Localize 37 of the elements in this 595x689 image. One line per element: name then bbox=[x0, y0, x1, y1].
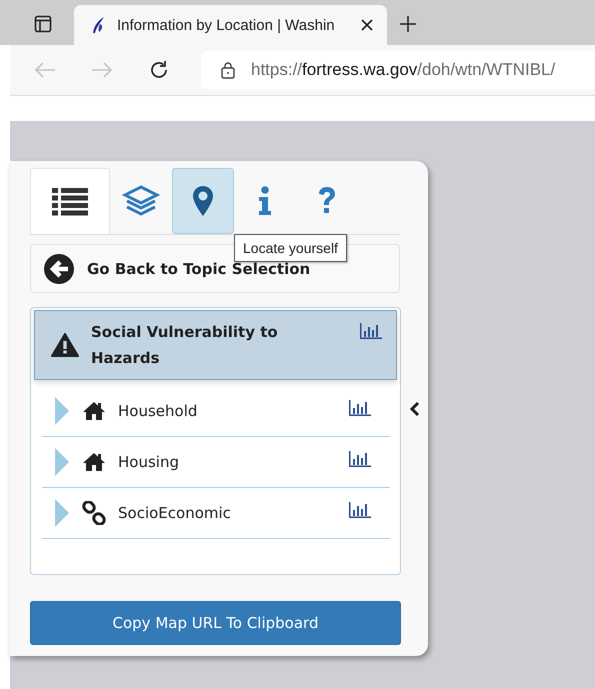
panel-tab[interactable] bbox=[30, 168, 110, 234]
category-row[interactable]: SocioEconomic bbox=[42, 488, 390, 539]
category-label: Household bbox=[118, 402, 198, 420]
topic-header[interactable]: Social Vulnerability to Hazards bbox=[34, 310, 397, 380]
chain-link-icon bbox=[82, 501, 106, 525]
house-icon bbox=[82, 452, 106, 472]
address-bar[interactable]: https://fortress.wa.gov/doh/wtn/WTNIBL/ bbox=[201, 51, 595, 89]
category-row[interactable]: Household bbox=[42, 386, 390, 437]
map-pin-icon bbox=[192, 185, 214, 217]
new-tab-icon[interactable] bbox=[399, 15, 417, 33]
close-icon[interactable] bbox=[361, 19, 373, 31]
house-icon bbox=[82, 401, 106, 421]
collapse-chevron-icon[interactable] bbox=[410, 402, 420, 416]
browser-tab[interactable]: Information by Location | Washin bbox=[74, 5, 387, 45]
tab-panel-icon[interactable] bbox=[34, 15, 52, 33]
layers-icon bbox=[122, 185, 160, 217]
lock-icon bbox=[221, 61, 235, 79]
category-label: Housing bbox=[118, 453, 180, 471]
tooltip: Locate yourself bbox=[234, 234, 347, 262]
tab-title: Information by Location | Washin bbox=[117, 16, 336, 34]
reload-icon[interactable] bbox=[148, 59, 170, 81]
feather-icon bbox=[91, 16, 107, 34]
copy-url-button[interactable]: Copy Map URL To Clipboard bbox=[30, 601, 401, 645]
panel-tab[interactable] bbox=[172, 168, 234, 234]
help-icon bbox=[317, 186, 337, 216]
warning-icon bbox=[51, 333, 79, 357]
back-circle-icon bbox=[43, 252, 75, 284]
bar-chart-icon[interactable] bbox=[360, 323, 382, 339]
info-icon bbox=[258, 186, 272, 216]
url-text: https://fortress.wa.gov/doh/wtn/WTNIBL/ bbox=[251, 60, 556, 80]
bar-chart-icon[interactable] bbox=[349, 400, 371, 416]
category-row[interactable]: Housing bbox=[42, 437, 390, 488]
list-icon bbox=[52, 188, 88, 216]
bar-chart-icon[interactable] bbox=[349, 502, 371, 518]
topic-title: Social Vulnerability to Hazards bbox=[91, 322, 279, 369]
bar-chart-icon[interactable] bbox=[349, 451, 371, 467]
category-label: SocioEconomic bbox=[118, 504, 232, 522]
